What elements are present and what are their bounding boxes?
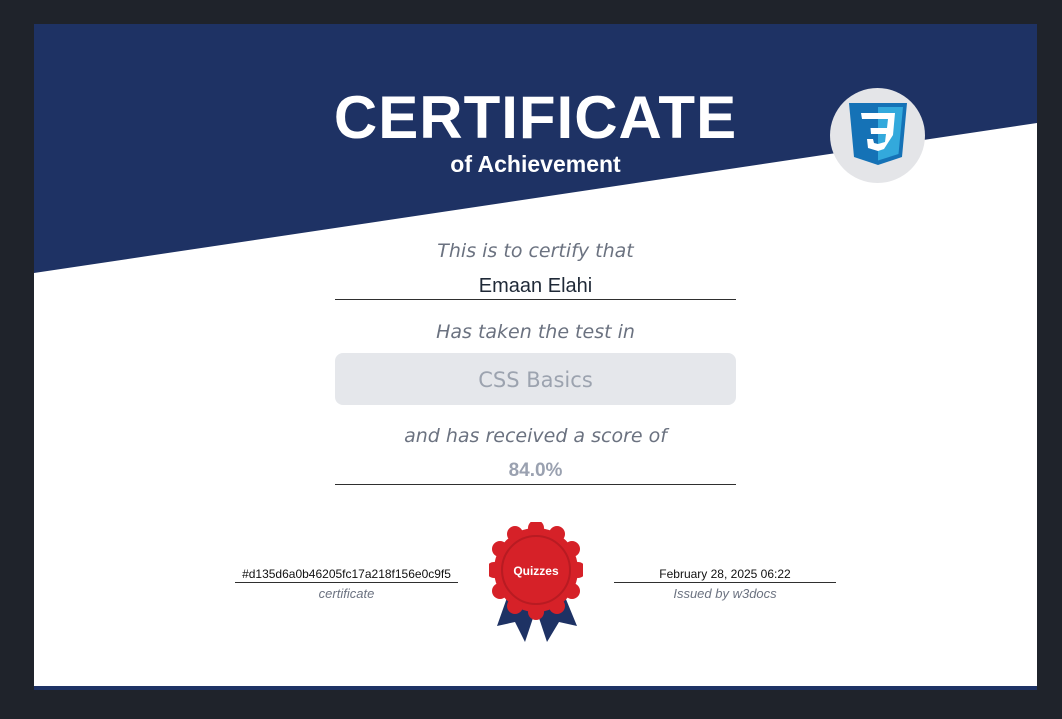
- quizzes-badge: Quizzes: [489, 522, 583, 642]
- certificate-hash-label: certificate: [318, 586, 375, 601]
- course-name: CSS Basics: [335, 353, 736, 405]
- issuer-label: Issued by w3docs: [673, 586, 777, 601]
- score-intro-text: and has received a score of: [404, 425, 667, 447]
- score-value: 84.0%: [335, 458, 736, 485]
- recipient-name: Emaan Elahi: [335, 272, 736, 300]
- page-frame: CERTIFICATE of Achievement This is to ce…: [0, 0, 1062, 719]
- certify-text: This is to certify that: [437, 240, 634, 262]
- issue-date: February 28, 2025 06:22: [614, 567, 836, 583]
- css3-icon: [849, 103, 907, 165]
- certificate: CERTIFICATE of Achievement This is to ce…: [34, 24, 1037, 690]
- css3-logo: [830, 88, 925, 183]
- bottom-accent-bar: [34, 686, 1037, 690]
- certificate-hash: #d135d6a0b46205fc17a218f156e0c9f5: [235, 567, 458, 583]
- badge-label: Quizzes: [513, 564, 559, 578]
- taken-test-text: Has taken the test in: [436, 321, 635, 343]
